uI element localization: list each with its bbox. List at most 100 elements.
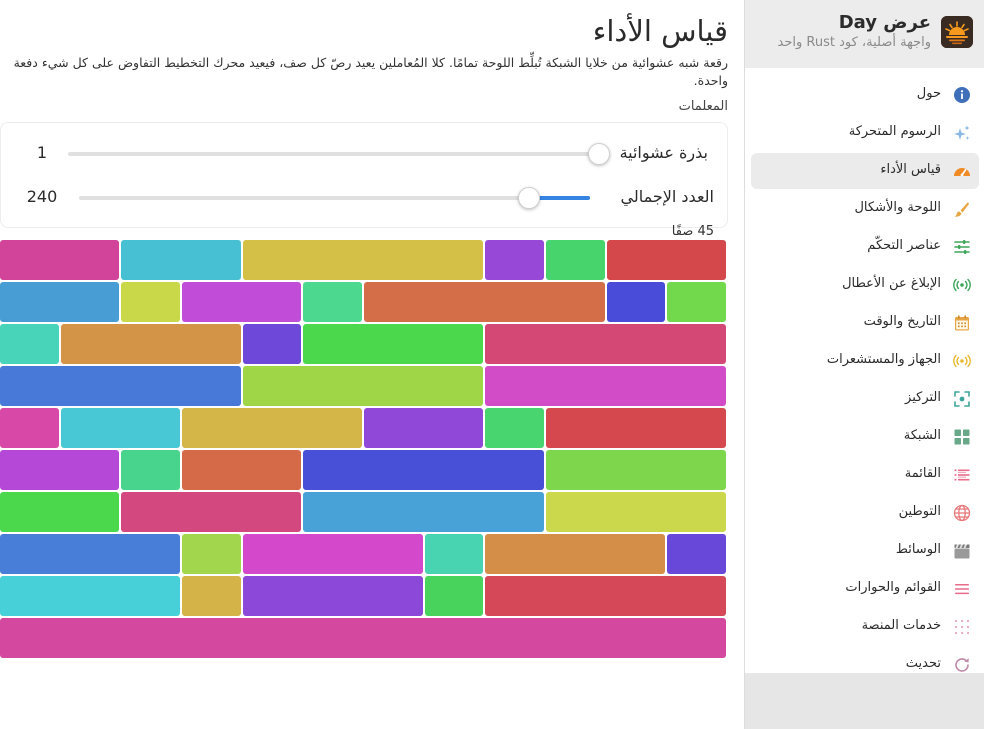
app-subtitle: واجهة أصلية، كود Rust واحد	[777, 35, 931, 50]
sidebar-item-clapperboard[interactable]: الوسائط	[751, 533, 979, 569]
sidebar-item-label: الإبلاغ عن الأعطال	[842, 276, 941, 291]
grid-cell	[182, 450, 302, 490]
grid-cell	[485, 534, 666, 574]
sidebar-item-info[interactable]: حول	[751, 77, 979, 113]
grid-cell	[485, 240, 545, 280]
grid-cell	[0, 324, 59, 364]
grid-cell	[0, 576, 180, 616]
sliders-icon	[953, 238, 971, 256]
grid-cell	[303, 492, 545, 532]
page-title: قياس الأداء	[592, 14, 728, 48]
grid-cell	[182, 282, 302, 322]
sidebar-item-globe[interactable]: التوطين	[751, 495, 979, 531]
grid-cell	[121, 450, 180, 490]
sidebar-item-sensor[interactable]: الجهاز والمستشعرات	[751, 343, 979, 379]
sidebar-item-broadcast[interactable]: الإبلاغ عن الأعطال	[751, 267, 979, 303]
grid-cell	[606, 282, 666, 322]
total-value: 240	[26, 187, 58, 206]
total-label: العدد الإجمالي	[620, 187, 714, 206]
grid-cell	[0, 492, 120, 532]
grid-cell	[121, 240, 241, 280]
row-count: 45 صفًا	[671, 224, 714, 239]
sidebar-nav: حول الرسوم المتحركة قياس الأداء اللوحة والأ…	[745, 77, 984, 685]
grid-cell	[424, 576, 484, 616]
info-icon	[953, 86, 971, 104]
clapperboard-icon	[953, 542, 971, 560]
sidebar-item-label: عناصر التحكّم	[867, 238, 941, 253]
list-icon	[953, 466, 971, 484]
speedometer-icon	[953, 162, 971, 180]
sidebar-item-label: التاريخ والوقت	[863, 314, 941, 329]
grid-cell	[182, 408, 362, 448]
sidebar: عرض Day واجهة أصلية، كود Rust واحد حول ال…	[744, 0, 984, 729]
sidebar-item-focus[interactable]: التركيز	[751, 381, 979, 417]
sidebar-item-label: القائمة	[904, 466, 941, 481]
sidebar-item-sliders[interactable]: عناصر التحكّم	[751, 229, 979, 265]
sensor-icon	[953, 352, 971, 370]
grid-cell	[60, 408, 180, 448]
sidebar-item-brush[interactable]: اللوحة والأشكال	[751, 191, 979, 227]
sparkle-icon	[953, 124, 971, 142]
grid-cell	[303, 282, 362, 322]
grid-cell	[0, 618, 727, 658]
globe-icon	[953, 504, 971, 522]
grid-icon	[953, 428, 971, 446]
grid-cell	[485, 366, 727, 406]
grid-cell	[424, 534, 484, 574]
sidebar-item-label: الجهاز والمستشعرات	[826, 352, 941, 367]
grid-cell	[546, 408, 727, 448]
grid-cell	[606, 240, 727, 280]
sidebar-item-speedometer[interactable]: قياس الأداء	[751, 153, 979, 189]
grid-cell	[0, 240, 120, 280]
parameters-card: بذرة عشوائية 1 العدد الإجمالي 240	[0, 122, 728, 228]
sidebar-item-list[interactable]: القائمة	[751, 457, 979, 493]
grid-cell	[485, 576, 727, 616]
grid-cell	[242, 240, 484, 280]
grid-cell	[242, 534, 423, 574]
sidebar-item-label: القوائم والحوارات	[845, 580, 941, 595]
sidebar-item-label: قياس الأداء	[880, 162, 941, 177]
broadcast-icon	[953, 276, 971, 294]
menu-icon	[953, 580, 971, 598]
seed-slider[interactable]	[68, 143, 610, 165]
main-content: قياس الأداء رقعة شبه عشوائية من خلايا ال…	[0, 0, 744, 729]
brush-icon	[953, 200, 971, 218]
grid-cell	[182, 534, 241, 574]
sidebar-header: عرض Day واجهة أصلية، كود Rust واحد	[745, 0, 984, 68]
sidebar-item-label: اللوحة والأشكال	[854, 200, 941, 215]
grid-cell	[121, 282, 180, 322]
focus-icon	[953, 390, 971, 408]
sidebar-item-sparkle[interactable]: الرسوم المتحركة	[751, 115, 979, 151]
grid-cell	[667, 282, 727, 322]
sidebar-item-calendar[interactable]: التاريخ والوقت	[751, 305, 979, 341]
grid-cell	[242, 366, 484, 406]
app-title: عرض Day	[838, 12, 931, 33]
grid-cell	[303, 324, 484, 364]
sidebar-item-menu[interactable]: القوائم والحوارات	[751, 571, 979, 607]
sidebar-item-label: حول	[916, 86, 941, 101]
grid-cell	[546, 492, 727, 532]
grid-cell	[485, 324, 727, 364]
sidebar-item-grid[interactable]: الشبكة	[751, 419, 979, 455]
parameters-label: المعلمات	[678, 99, 728, 114]
grid-cell	[364, 408, 484, 448]
grid-cell	[546, 450, 727, 490]
grid-cell	[121, 492, 302, 532]
seed-slider-thumb[interactable]	[588, 143, 610, 165]
total-slider-thumb[interactable]	[517, 187, 540, 209]
grid-cell	[242, 576, 423, 616]
sidebar-item-dots-grid[interactable]: خدمات المنصة	[751, 609, 979, 645]
dots-grid-icon	[953, 618, 971, 636]
seed-label: بذرة عشوائية	[619, 143, 708, 162]
grid-cell	[182, 576, 241, 616]
grid-cell	[364, 282, 605, 322]
sidebar-item-label: خدمات المنصة	[861, 618, 941, 633]
grid-cell	[242, 324, 302, 364]
grid-cell	[0, 282, 120, 322]
seed-value: 1	[36, 143, 48, 162]
sidebar-footer	[745, 673, 984, 729]
grid-cell	[485, 408, 545, 448]
refresh-icon	[953, 656, 971, 674]
total-slider[interactable]	[79, 187, 590, 209]
sidebar-item-label: الوسائط	[895, 542, 941, 557]
